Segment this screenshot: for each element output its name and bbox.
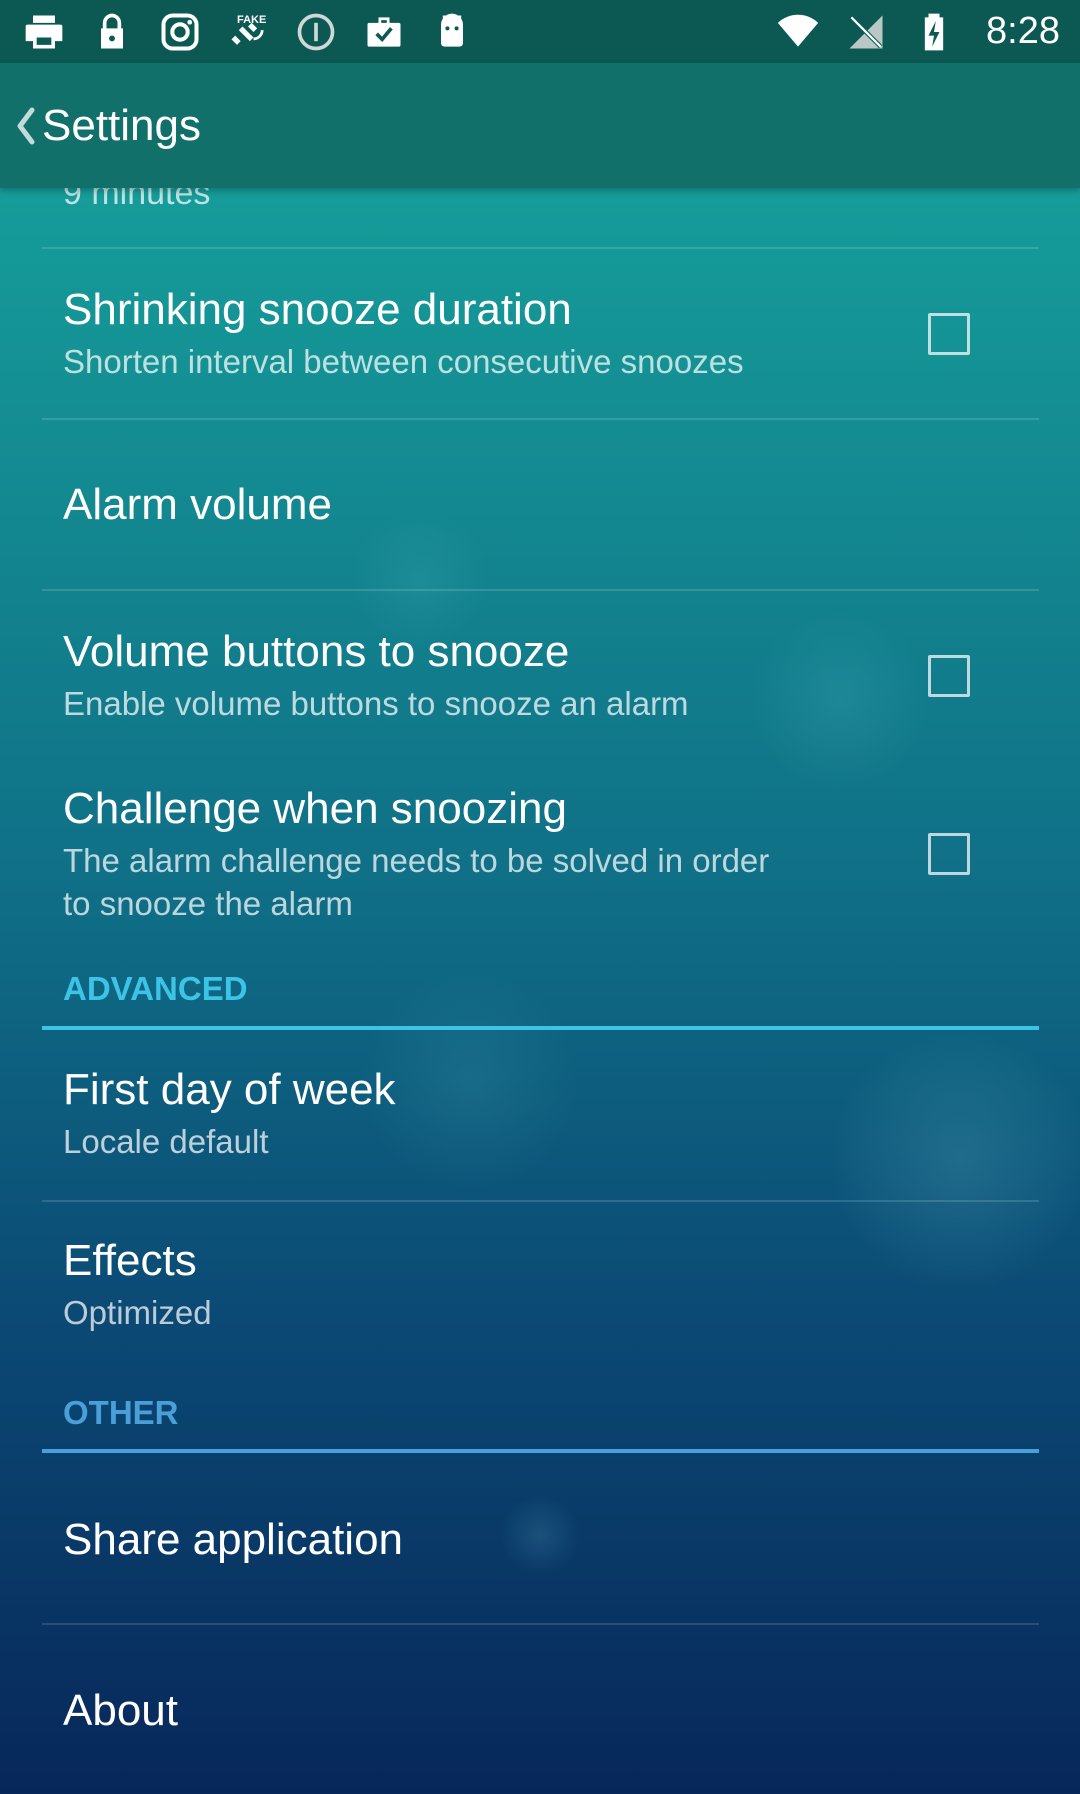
effects-summary: Optimized (63, 1294, 212, 1331)
challenge-snoozing-summary-line1: The alarm challenge needs to be solved i… (63, 842, 770, 879)
challenge-snoozing-title: Challenge when snoozing (63, 784, 567, 833)
divider (42, 589, 1039, 591)
challenge-snoozing-summary-line2: to snooze the alarm (63, 885, 353, 922)
lock-icon (90, 10, 134, 54)
clock: 8:28 (986, 10, 1060, 52)
other-section-rule (42, 1449, 1039, 1453)
challenge-snoozing-checkbox[interactable] (928, 833, 970, 875)
printer-icon (22, 10, 66, 54)
divider (42, 418, 1039, 420)
about-pref[interactable]: About (63, 1685, 1017, 1737)
alarm-volume-title: Alarm volume (63, 480, 332, 529)
page-title[interactable]: Settings (42, 101, 201, 151)
first-day-of-week-pref[interactable]: First day of week Locale default (63, 1064, 1017, 1163)
wifi-icon (776, 10, 820, 54)
effects-title: Effects (63, 1236, 197, 1285)
status-bar: FAKE 8:28 (0, 0, 1080, 63)
info-icon (294, 10, 338, 54)
shrinking-snooze-summary: Shorten interval between consecutive sno… (63, 343, 744, 380)
share-application-title: Share application (63, 1515, 404, 1564)
advanced-section-rule (42, 1026, 1039, 1030)
alarm-volume-pref[interactable]: Alarm volume (63, 479, 1017, 531)
app-toolbar: Settings (0, 63, 1080, 188)
android-icon (430, 10, 474, 54)
status-left-icons: FAKE (22, 10, 474, 54)
divider (42, 247, 1039, 249)
challenge-snoozing-pref[interactable]: Challenge when snoozing The alarm challe… (63, 783, 1017, 925)
fake-gps-icon: FAKE (226, 10, 270, 54)
effects-pref[interactable]: Effects Optimized (63, 1235, 1017, 1334)
volume-buttons-title: Volume buttons to snooze (63, 627, 570, 676)
first-day-of-week-title: First day of week (63, 1065, 396, 1114)
about-title: About (63, 1686, 178, 1735)
battery-charging-icon (912, 10, 956, 54)
advanced-section-header: ADVANCED (63, 970, 248, 1007)
share-application-pref[interactable]: Share application (63, 1514, 1017, 1566)
no-signal-icon (844, 10, 888, 54)
briefcase-check-icon (362, 10, 406, 54)
volume-buttons-summary: Enable volume buttons to snooze an alarm (63, 685, 689, 722)
volume-buttons-checkbox[interactable] (928, 655, 970, 697)
chevron-left-icon[interactable] (10, 101, 40, 151)
shrinking-snooze-checkbox[interactable] (928, 313, 970, 355)
volume-buttons-pref[interactable]: Volume buttons to snooze Enable volume b… (63, 626, 1017, 725)
instagram-icon (158, 10, 202, 54)
divider (42, 1200, 1039, 1202)
status-right-icons: 8:28 (776, 10, 1060, 54)
first-day-of-week-summary: Locale default (63, 1123, 269, 1160)
other-section-header: OTHER (63, 1394, 179, 1431)
shrinking-snooze-pref[interactable]: Shrinking snooze duration Shorten interv… (63, 284, 1017, 383)
divider (42, 1623, 1039, 1625)
shrinking-snooze-title: Shrinking snooze duration (63, 285, 572, 334)
